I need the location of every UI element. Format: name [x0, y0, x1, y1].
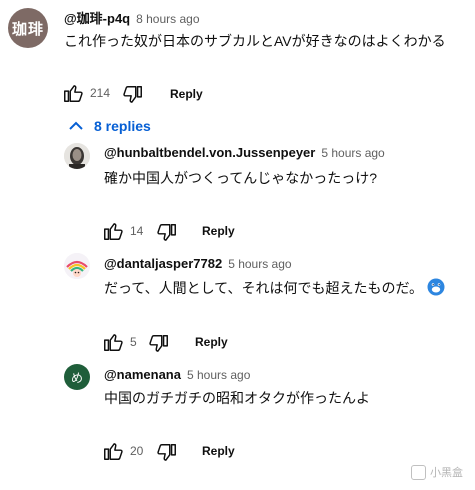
thumb-up-icon[interactable]	[102, 220, 124, 242]
comment-time[interactable]: 8 hours ago	[136, 12, 199, 26]
avatar[interactable]: め	[64, 364, 90, 390]
avatar[interactable]	[64, 143, 90, 169]
replies-count: 8 replies	[94, 118, 151, 134]
like-count: 214	[90, 86, 111, 100]
reply-header: @hunbaltbendel.von.Jussenpeyer 5 hours a…	[104, 145, 385, 160]
reply-text: 確か中国人がつくってんじゃなかったっけ?	[104, 170, 378, 186]
replies-toggle[interactable]: 8 replies	[68, 118, 151, 134]
reply-button[interactable]: Reply	[170, 87, 203, 101]
reply-time[interactable]: 5 hours ago	[228, 257, 291, 271]
thumb-down-icon[interactable]	[156, 442, 178, 464]
thumb-up-icon[interactable]	[62, 82, 84, 104]
watermark: 小黑盒	[411, 464, 463, 480]
reply-time[interactable]: 5 hours ago	[321, 146, 384, 160]
avatar[interactable]: 珈琲	[8, 8, 48, 48]
avatar-initials: め	[70, 370, 83, 385]
reply-author[interactable]: @dantaljasper7782	[104, 256, 222, 271]
reply-header: @dantaljasper7782 5 hours ago	[104, 256, 292, 271]
reply-author[interactable]: @namenana	[104, 367, 181, 382]
comment-author[interactable]: @珈琲-p4q	[64, 8, 130, 27]
reply-header: @namenana 5 hours ago	[104, 367, 250, 382]
thumb-down-icon[interactable]	[156, 222, 178, 244]
reply-author[interactable]: @hunbaltbendel.von.Jussenpeyer	[104, 145, 315, 160]
watermark-logo-icon	[411, 464, 426, 480]
like-count: 5	[130, 335, 137, 349]
reply-text: だって、人間として、それは何でも超えたものだ。	[104, 280, 424, 296]
avatar-initials: 珈琲	[11, 20, 44, 38]
reply-button[interactable]: Reply	[195, 335, 228, 349]
reply-time[interactable]: 5 hours ago	[187, 368, 250, 382]
chevron-up-icon	[69, 121, 83, 130]
emoji-icon	[427, 278, 445, 296]
reply-button[interactable]: Reply	[202, 444, 235, 458]
comment-header: @珈琲-p4q 8 hours ago	[64, 8, 200, 27]
reply-button[interactable]: Reply	[202, 224, 235, 238]
thumb-up-icon[interactable]	[102, 331, 124, 353]
reply-text: 中国のガチガチの昭和オタクが作ったんよ	[104, 390, 370, 406]
avatar-image	[64, 253, 90, 279]
like-count: 14	[130, 224, 144, 238]
avatar[interactable]	[64, 253, 90, 279]
like-count: 20	[130, 444, 144, 458]
avatar-image	[64, 143, 90, 169]
thumb-down-icon[interactable]	[122, 84, 144, 106]
thumb-down-icon[interactable]	[148, 333, 170, 355]
comment-text: これ作った奴が日本のサブカルとAVが好きなのはよくわかる	[64, 33, 446, 49]
thumb-up-icon[interactable]	[102, 440, 124, 462]
watermark-text: 小黑盒	[430, 467, 463, 479]
